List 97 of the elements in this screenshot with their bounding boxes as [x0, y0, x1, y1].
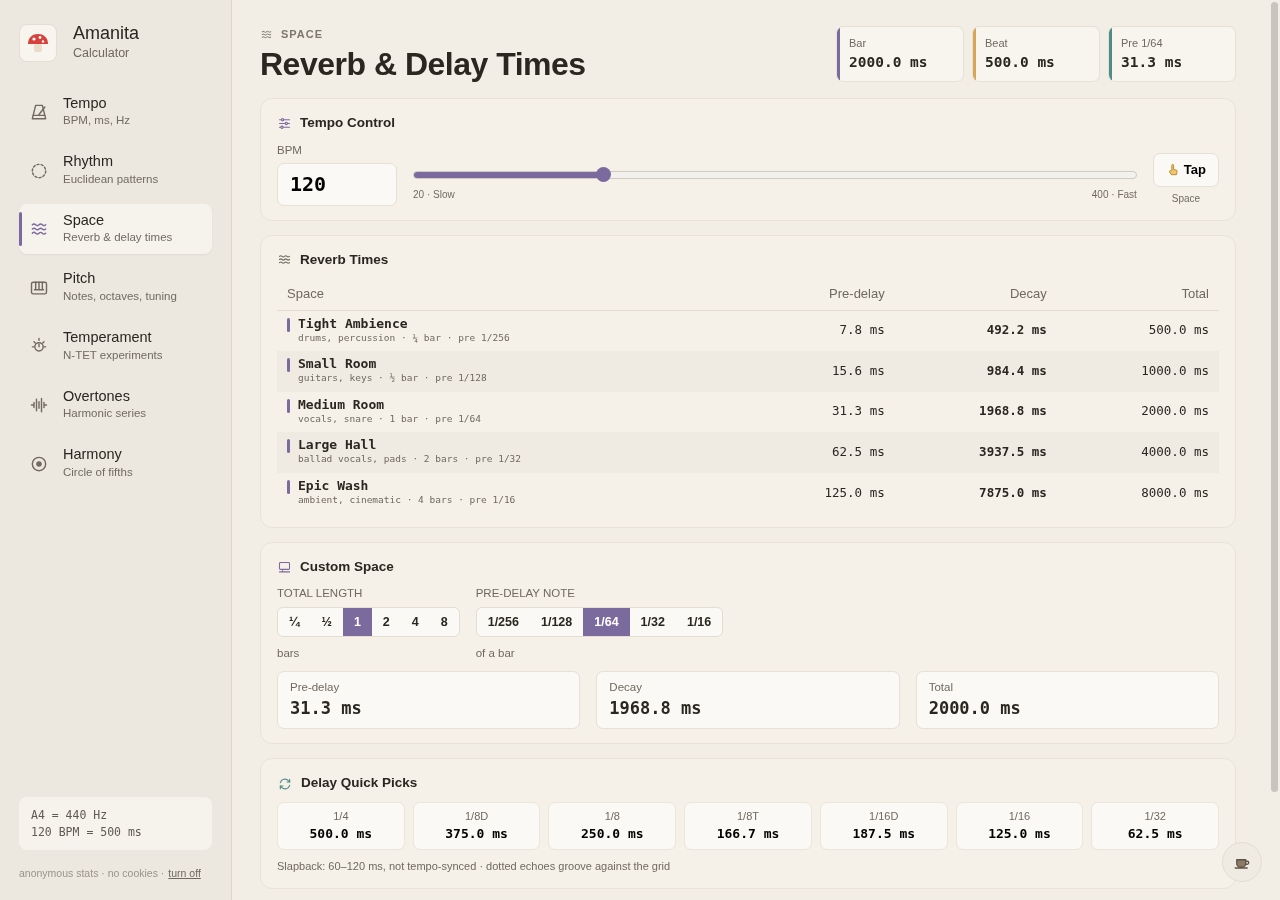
coffee-button[interactable] [1222, 842, 1262, 882]
space-name: Epic Wash [298, 478, 370, 493]
result-card: Pre-delay 31.3 ms [277, 670, 581, 730]
scrollbar[interactable] [1271, 2, 1278, 792]
bpm-label: BPM [277, 142, 303, 158]
space-name: Small Room [298, 357, 378, 372]
segment-option[interactable]: 1/64 [583, 607, 630, 637]
column-header: Total [1056, 278, 1219, 310]
space-detail: drums, percussion · ¼ bar · pre 1/256 [298, 331, 510, 345]
group-label: TOTAL LENGTH [277, 586, 364, 602]
space-name: Large Hall [298, 438, 378, 453]
brand-name: Amanita [73, 24, 140, 44]
column-header: Pre-delay [746, 278, 895, 310]
info-line: A4 = 440 Hz [31, 806, 109, 824]
table-cell: 984.4 ms [894, 351, 1057, 392]
segment-option[interactable]: 1/128 [529, 607, 584, 637]
stat-label: Bar [849, 36, 868, 51]
segment-option[interactable]: 2 [371, 607, 401, 637]
row-marker [287, 358, 290, 373]
row-marker [287, 439, 290, 454]
segment-option[interactable]: ½ [310, 607, 343, 637]
tap-button[interactable]: Tap [1152, 153, 1219, 187]
nav-item[interactable]: Space Reverb & delay times [19, 203, 212, 255]
table-cell: 500.0 ms [1056, 310, 1219, 352]
panel-title: Custom Space [300, 558, 394, 577]
table-cell: 15.6 ms [746, 351, 895, 392]
delay-pick[interactable]: 1/32 62.5 ms [1091, 801, 1220, 850]
stat-value: 500.0 ms [985, 52, 1055, 72]
space-name: Tight Ambience [298, 316, 409, 331]
segment-option[interactable]: 1/16 [675, 607, 723, 637]
delay-pick[interactable]: 1/16D 187.5 ms [819, 801, 948, 850]
nav-item[interactable]: Harmony Circle of fifths [19, 438, 212, 490]
group-label: PRE-DELAY NOTE [475, 586, 576, 602]
space-detail: vocals, snare · 1 bar · pre 1/64 [298, 411, 482, 426]
stat-value: 2000.0 ms [849, 52, 928, 72]
table-cell: 2000.0 ms [1056, 391, 1219, 433]
unit-label: of a bar [475, 646, 516, 662]
segment-option[interactable]: 1/32 [629, 607, 676, 637]
segment-option[interactable]: 1/256 [476, 607, 530, 637]
panel-title: Delay Quick Picks [301, 774, 418, 793]
result-card: Total 2000.0 ms [915, 670, 1219, 730]
stat-label: Beat [985, 36, 1009, 51]
delay-pick[interactable]: 1/8 250.0 ms [548, 801, 677, 850]
stat-value: 31.3 ms [1121, 52, 1183, 72]
page-title: Reverb & Delay Times [260, 46, 586, 82]
table-cell: 1968.8 ms [894, 391, 1057, 433]
table-cell: 31.3 ms [746, 391, 895, 433]
table-cell: 125.0 ms [746, 472, 895, 514]
column-header: Decay [894, 278, 1057, 310]
refresh-icon [277, 775, 293, 792]
unit-label: bars [277, 646, 301, 662]
panel-title: Tempo Control [300, 114, 395, 133]
segment-option[interactable]: 8 [429, 607, 459, 637]
table-cell: 492.2 ms [894, 310, 1057, 352]
table-cell: 3937.5 ms [894, 432, 1057, 473]
stat-label: Pre 1/64 [1121, 36, 1164, 51]
table-cell: 62.5 ms [746, 432, 895, 473]
section-label: SPACE [281, 27, 324, 42]
brand-subtitle: Calculator [73, 44, 131, 62]
nav-item[interactable]: Temperament N-TET experiments [19, 321, 212, 372]
column-header: Space [277, 278, 747, 310]
bpm-field[interactable]: 120 [277, 162, 397, 206]
min-label: 20 · Slow [413, 187, 455, 202]
max-label: 400 · Fast [1091, 187, 1137, 202]
turn-off-link[interactable]: turn off [168, 866, 201, 882]
delay-pick[interactable]: 1/8D 375.0 ms [412, 801, 541, 850]
sliders-icon [277, 115, 292, 131]
privacy-note: anonymous stats · no cookies · [19, 866, 165, 882]
row-marker [287, 479, 290, 494]
delay-pick[interactable]: 1/16 125.0 ms [955, 801, 1084, 850]
monitor-icon [277, 559, 292, 575]
row-marker [287, 317, 290, 332]
delay-note: Slapback: 60–120 ms, not tempo-synced · dotted echoes groove against the grid [277, 858, 672, 874]
table-cell: 8000.0 ms [1056, 472, 1219, 514]
nav-item[interactable]: Pitch Notes, octaves, tuning [19, 262, 212, 314]
row-marker [287, 398, 290, 413]
segment-option[interactable]: ¼ [278, 607, 311, 637]
space-detail: guitars, keys · ½ bar · pre 1/128 [298, 371, 487, 386]
nav-item[interactable]: Rhythm Euclidean patterns [19, 145, 212, 196]
slider-thumb[interactable] [596, 167, 612, 183]
shortcut-hint: Space [1170, 191, 1202, 206]
segment-option[interactable]: 4 [400, 607, 430, 637]
table-cell: 7875.0 ms [894, 472, 1057, 514]
segment-option[interactable]: 1 [342, 607, 372, 637]
nav-item[interactable]: Tempo BPM, ms, Hz [19, 86, 212, 138]
nav-item[interactable]: Overtones Harmonic series [19, 379, 212, 431]
result-card: Decay 1968.8 ms [596, 670, 900, 730]
space-detail: ballad vocals, pads · 2 bars · pre 1/32 [298, 452, 522, 467]
delay-pick[interactable]: 1/8T 166.7 ms [684, 801, 812, 850]
table-cell: 7.8 ms [746, 310, 895, 352]
space-name: Medium Room [298, 397, 386, 412]
table-cell: 4000.0 ms [1056, 432, 1219, 473]
space-detail: ambient, cinematic · 4 bars · pre 1/16 [298, 493, 516, 507]
delay-pick[interactable]: 1/4 500.0 ms [277, 801, 405, 850]
panel-title: Reverb Times [300, 250, 389, 269]
table-cell: 1000.0 ms [1056, 351, 1219, 392]
info-line: 120 BPM = 500 ms [31, 823, 143, 841]
